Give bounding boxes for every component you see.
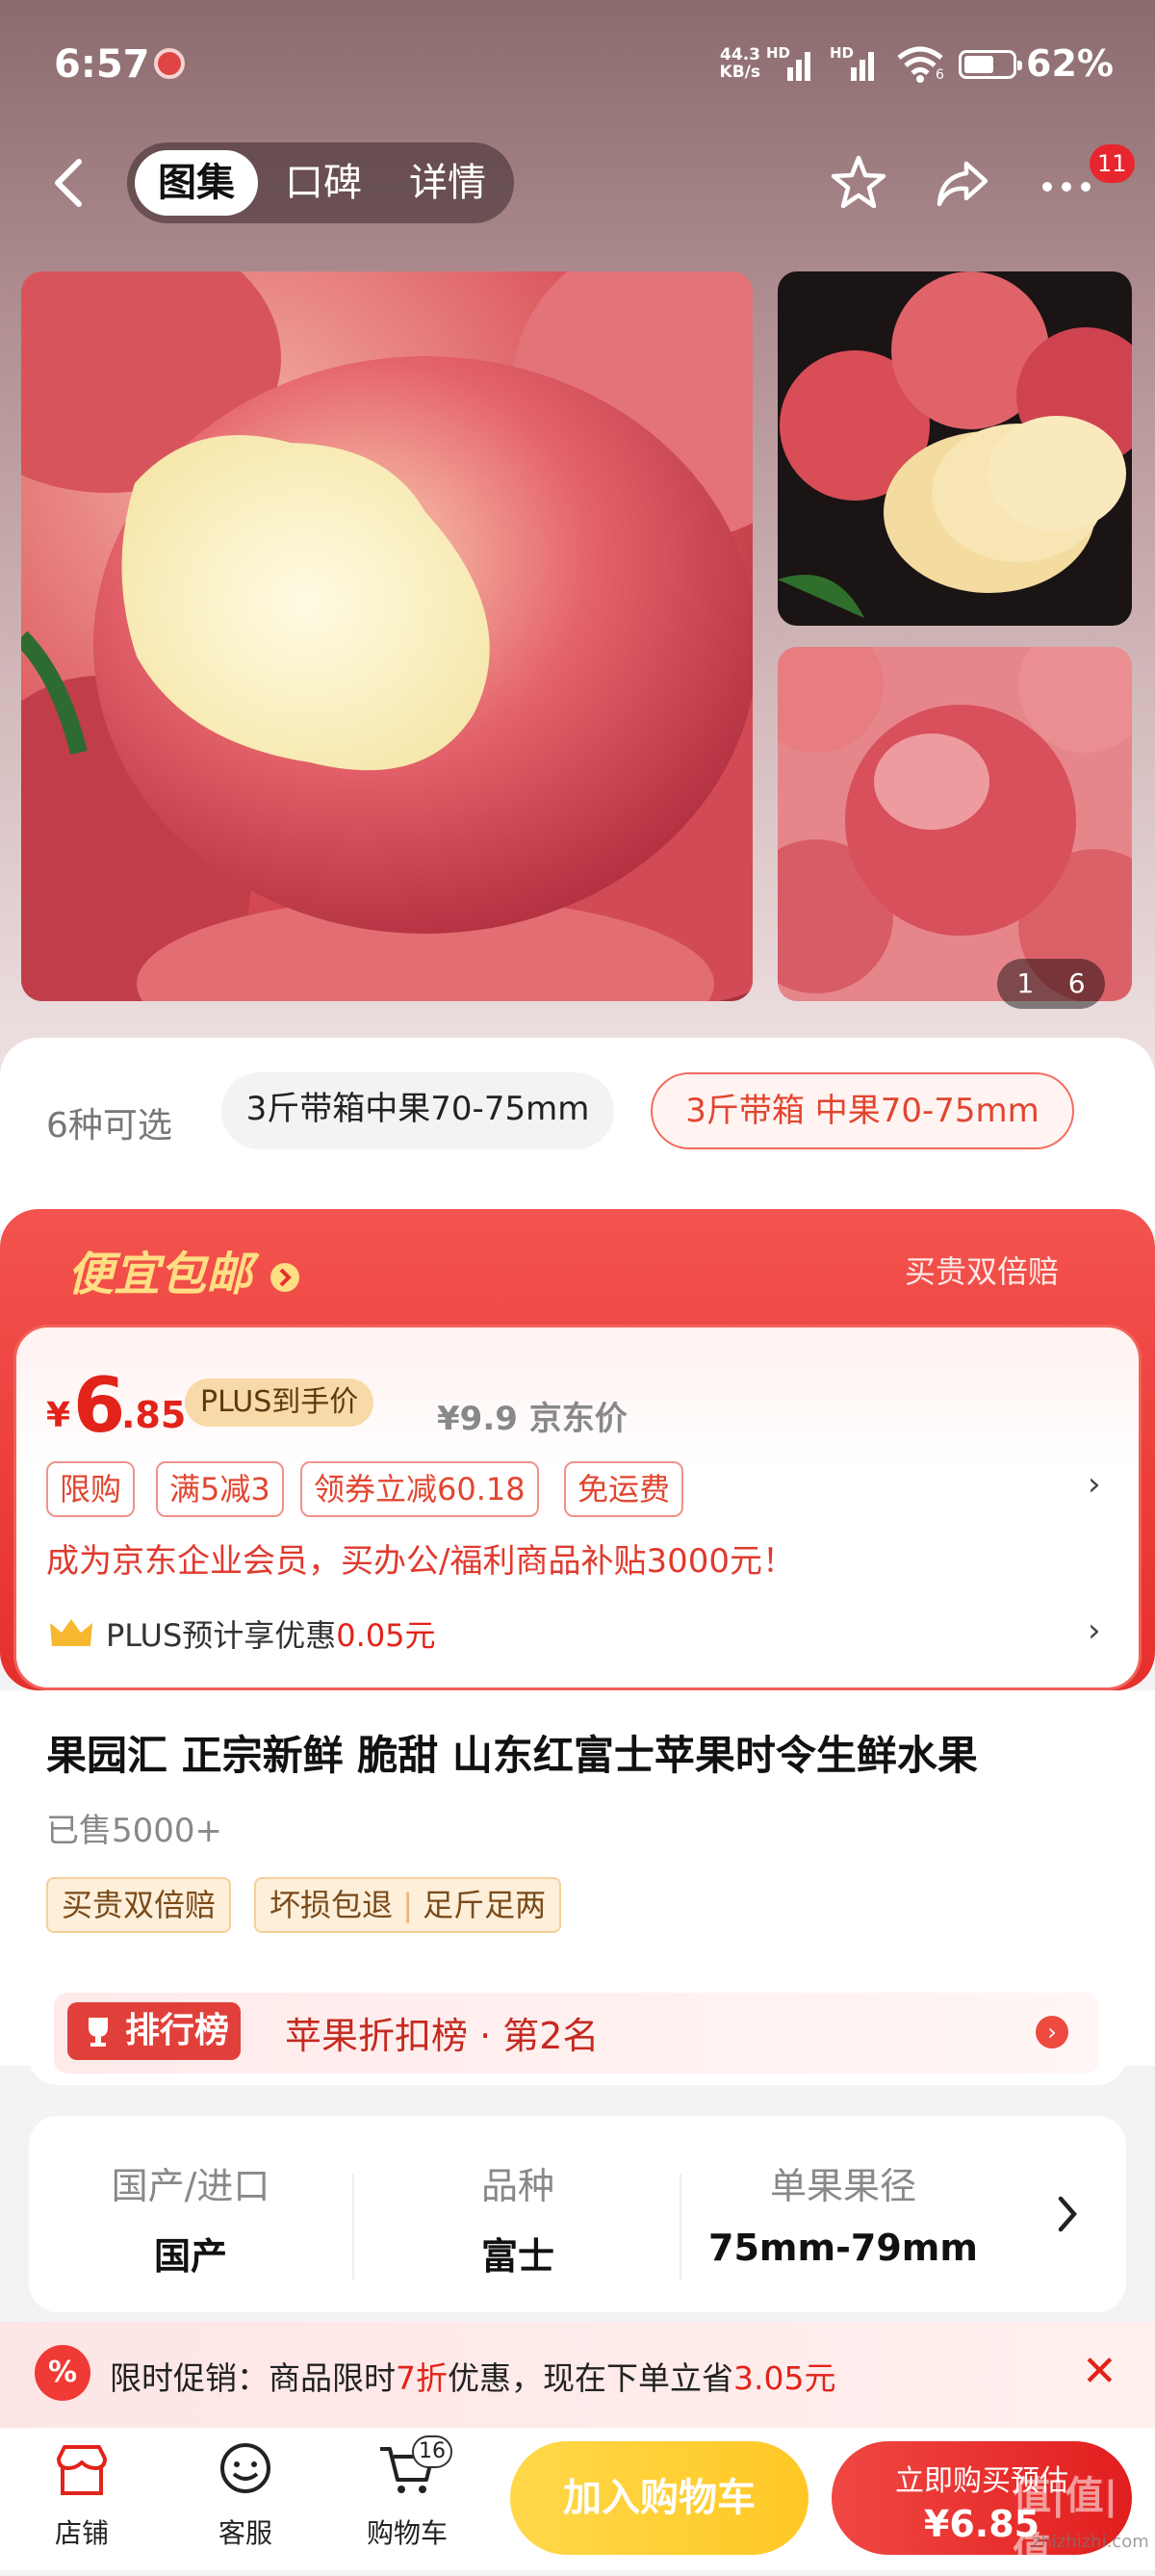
ranking-badge: 排行榜 (67, 2002, 242, 2060)
message-count-badge: 11 (1090, 144, 1135, 183)
plus-discount-line[interactable]: PLUS预计享优惠0.05元 (106, 1611, 436, 1656)
app-notification-icon (154, 48, 185, 79)
customer-service-button[interactable]: 客服 (192, 2439, 298, 2551)
status-bar: 6:57 44.3 KB/s HD HD 6 62% (54, 42, 1114, 87)
percent-icon: % (35, 2345, 90, 2401)
status-time: 6:57 (54, 42, 150, 87)
watermark-url: zhizhizhi.com (1032, 2532, 1149, 2552)
battery-icon (959, 50, 1022, 79)
attribute-diameter: 单果果径 75mm-79mm (708, 2165, 978, 2269)
chevron-right-icon[interactable] (1053, 2193, 1082, 2235)
tab-gallery[interactable]: 图集 (135, 150, 258, 216)
product-image-2[interactable] (778, 271, 1132, 626)
promo-tag: 免运费 (564, 1461, 684, 1517)
shop-button[interactable]: 店铺 (29, 2439, 135, 2551)
tab-details[interactable]: 详情 (389, 150, 506, 216)
guarantee-label: 买贵双倍赔 (905, 1253, 1060, 1290)
back-icon[interactable] (46, 154, 94, 212)
jd-price: ¥9.9 京东价 (437, 1400, 628, 1438)
signal-icon: HD (766, 44, 814, 81)
chevron-right-icon[interactable]: › (1088, 1611, 1101, 1650)
product-title: 果园汇 正宗新鲜 脆甜 山东红富士苹果时令生鲜水果 (46, 1732, 978, 1779)
service-icon (220, 2443, 270, 2493)
image-counter: 1 6 (997, 959, 1105, 1009)
network-speed: 44.3 KB/s (719, 45, 760, 82)
tab-reviews[interactable]: 口碑 (266, 150, 381, 216)
service-tag[interactable]: 坏损包退 | 足斤足两 (254, 1877, 562, 1933)
chevron-right-icon[interactable]: › (1036, 2016, 1068, 2048)
tab-group: 图集 口碑 详情 (127, 142, 514, 223)
signal-icon: HD (830, 44, 878, 81)
close-icon[interactable]: ✕ (1082, 2347, 1117, 2396)
share-icon[interactable] (932, 152, 993, 214)
price-currency: ¥ (46, 1396, 71, 1435)
promo-title[interactable]: 便宜包邮 (67, 1236, 301, 1303)
product-image-main[interactable] (21, 271, 753, 1001)
attribute-origin: 国产/进口 国产 (111, 2165, 270, 2278)
limited-promo-text: 限时促销：商品限时7折优惠，现在下单立省3.05元 (110, 2359, 836, 2397)
crown-icon (50, 1619, 92, 1646)
trophy-icon (89, 2018, 108, 2047)
enterprise-member-promo[interactable]: 成为京东企业会员，买办公/福利商品补贴3000元！ (46, 1534, 795, 1582)
promo-tag: 领券立减60.18 (300, 1461, 539, 1517)
spec-option[interactable]: 3斤带箱中果70-75mm (221, 1072, 614, 1149)
add-to-cart-button[interactable]: 加入购物车 (510, 2441, 808, 2555)
more-icon[interactable] (1036, 152, 1097, 214)
promo-tag: 限购 (46, 1461, 136, 1517)
promo-tag: 满5减3 (156, 1461, 284, 1517)
spec-count-label: 6种可选 (46, 1106, 172, 1146)
attribute-variety: 品种 富士 (480, 2165, 554, 2278)
ranking-text: 苹果折扣榜 · 第2名 (285, 2015, 600, 2057)
price-decimal: .85 (121, 1394, 187, 1436)
shop-icon (57, 2445, 107, 2495)
cart-count-badge: 16 (412, 2435, 452, 2468)
spec-option-selected[interactable]: 3斤带箱 中果70-75mm (651, 1072, 1074, 1149)
sold-count: 已售5000+ (46, 1812, 223, 1850)
star-icon[interactable] (828, 152, 889, 214)
chevron-circle-icon (270, 1263, 299, 1292)
product-image-3[interactable] (778, 647, 1132, 1001)
plus-price-tag: PLUS到手价 (185, 1378, 374, 1427)
price-integer: 6 (73, 1363, 126, 1450)
service-tag[interactable]: 买贵双倍赔 (46, 1877, 232, 1933)
watermark: 值|值|值 (1013, 2474, 1118, 2574)
chevron-right-icon[interactable]: › (1088, 1465, 1101, 1504)
battery-percent: 62% (1026, 42, 1114, 85)
